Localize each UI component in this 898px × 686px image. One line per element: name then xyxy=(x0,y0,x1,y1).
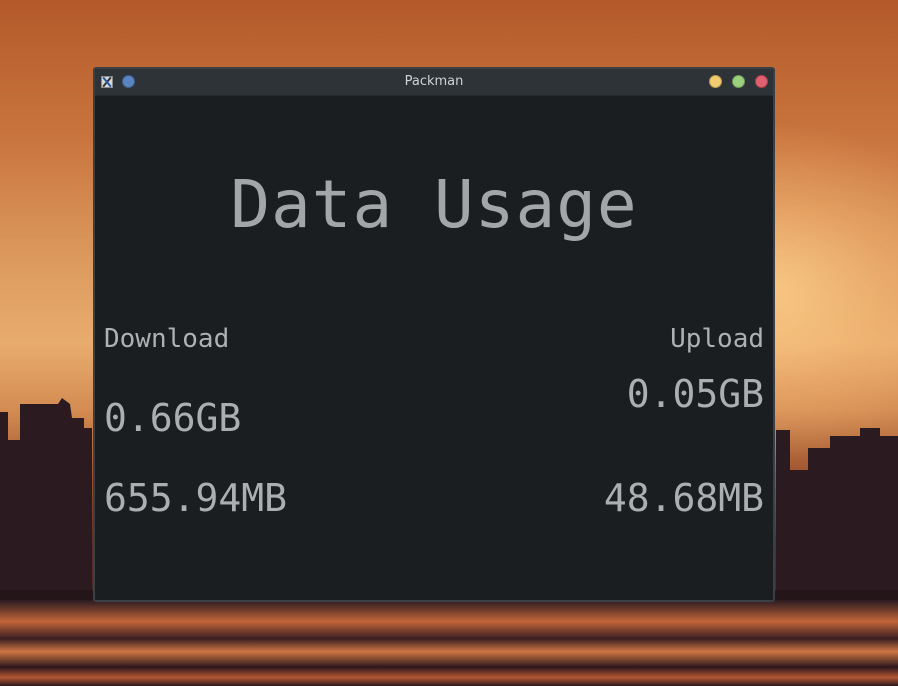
download-gb-value: 0.66GB xyxy=(104,396,242,440)
download-label: Download xyxy=(104,324,230,354)
app-window: Packman Data Usage Download Upload 0.66G… xyxy=(93,67,775,602)
data-usage-panel: Data Usage Download Upload 0.66GB 655.94… xyxy=(95,96,773,600)
title-bar[interactable]: Packman xyxy=(95,69,773,96)
download-mb-value: 655.94MB xyxy=(104,476,288,520)
upload-label: Upload xyxy=(670,324,764,354)
water-reflection xyxy=(0,600,898,686)
page-title: Data Usage xyxy=(230,166,638,243)
window-title: Packman xyxy=(404,74,464,89)
minimize-button[interactable] xyxy=(709,75,722,88)
upload-gb-value: 0.05GB xyxy=(626,372,764,416)
close-button[interactable] xyxy=(755,75,768,88)
maximize-button[interactable] xyxy=(732,75,745,88)
upload-mb-value: 48.68MB xyxy=(603,476,764,520)
desktop-background: Packman Data Usage Download Upload 0.66G… xyxy=(0,0,898,686)
